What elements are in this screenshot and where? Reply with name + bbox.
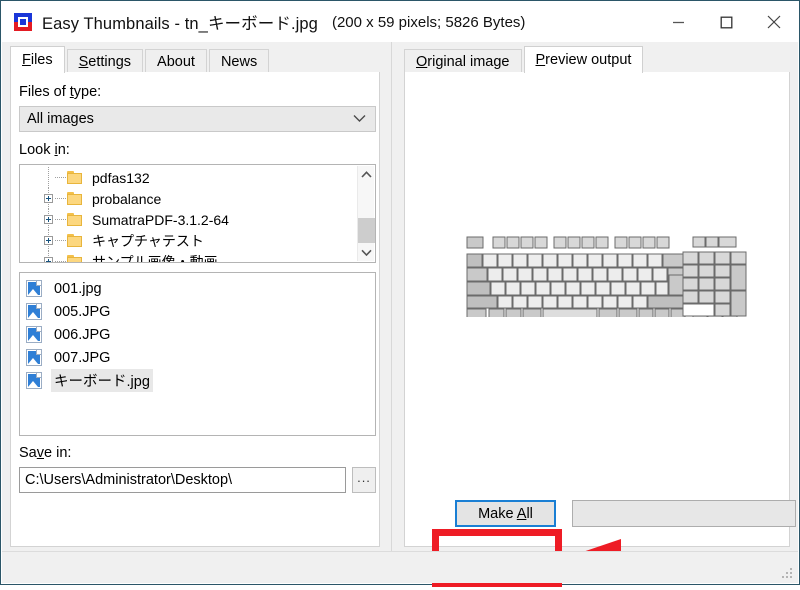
app-icon — [14, 13, 32, 31]
tab-original-image[interactable]: Original image — [404, 49, 522, 73]
tab-news[interactable]: News — [208, 49, 270, 73]
keyboard-thumbnail-image — [465, 233, 748, 321]
expand-icon[interactable] — [44, 194, 53, 203]
list-item-selected[interactable]: キーボード.jpg — [20, 369, 375, 392]
close-button[interactable] — [750, 2, 798, 42]
tree-item[interactable]: probalance — [20, 188, 357, 209]
save-in-input[interactable]: C:\Users\Administrator\Desktop\ — [19, 467, 346, 493]
preview-image-area — [405, 72, 789, 490]
status-bar — [2, 551, 798, 583]
maximize-icon — [720, 16, 732, 28]
image-file-icon — [26, 372, 42, 389]
folder-tree[interactable]: pdfas132 probalance SumatraPDF-3.1.2-64 — [19, 164, 376, 263]
right-tab-strip: Original image Preview output — [404, 46, 645, 73]
image-file-icon — [26, 349, 42, 366]
tree-item[interactable]: SumatraPDF-3.1.2-64 — [20, 209, 357, 230]
application-window: Easy Thumbnails - tn_キーボード.jpg (200 x 59… — [0, 0, 800, 587]
resize-grip-icon[interactable] — [782, 568, 793, 579]
make-all-button[interactable]: Make All — [455, 500, 556, 527]
scroll-up-button[interactable] — [358, 166, 375, 183]
tab-files[interactable]: Files — [10, 46, 65, 73]
chevron-down-icon — [353, 110, 366, 128]
folder-icon — [67, 171, 82, 184]
browse-button[interactable]: ... — [352, 467, 376, 493]
window-controls — [654, 2, 798, 42]
files-of-type-combo[interactable]: All images — [19, 106, 376, 132]
expand-icon[interactable] — [44, 236, 53, 245]
maximize-button[interactable] — [702, 2, 750, 42]
title-bar: Easy Thumbnails - tn_キーボード.jpg (200 x 59… — [2, 2, 798, 42]
list-item[interactable]: 006.JPG — [20, 323, 375, 346]
list-item[interactable]: 007.JPG — [20, 346, 375, 369]
make-all-label: Make All — [478, 505, 533, 522]
panel-splitter[interactable] — [388, 42, 396, 551]
file-meta-text: (200 x 59 pixels; 5826 Bytes) — [331, 13, 526, 31]
files-of-type-value: All images — [27, 111, 94, 127]
file-list[interactable]: 001.jpg 005.JPG 006.JPG 007.JPG キーボード.jp… — [19, 272, 376, 436]
expand-icon[interactable] — [44, 257, 53, 262]
scroll-down-button[interactable] — [358, 244, 375, 261]
folder-tree-rows: pdfas132 probalance SumatraPDF-3.1.2-64 — [20, 167, 357, 263]
save-in-value: C:\Users\Administrator\Desktop\ — [25, 472, 233, 488]
file-name: 005.JPG — [54, 303, 111, 320]
tab-settings[interactable]: Settings — [66, 49, 144, 73]
tab-preview-output[interactable]: Preview output — [523, 46, 644, 73]
tree-item-label: SumatraPDF-3.1.2-64 — [92, 211, 229, 228]
folder-icon — [67, 213, 82, 226]
action-button-row: Make All — [405, 480, 796, 546]
chevron-up-icon — [361, 171, 372, 178]
folder-icon — [67, 234, 82, 247]
minimize-icon — [672, 21, 684, 23]
left-panel: Files Settings About News Files of type:… — [2, 42, 388, 551]
image-file-icon — [26, 326, 42, 343]
expand-icon[interactable] — [44, 215, 53, 224]
minimize-button[interactable] — [654, 2, 702, 42]
list-item[interactable]: 005.JPG — [20, 300, 375, 323]
tree-item-label: キャプチャテスト — [92, 232, 204, 249]
image-file-icon — [26, 303, 42, 320]
tab-about[interactable]: About — [145, 49, 207, 73]
chevron-down-icon — [361, 249, 372, 256]
scrollbar-thumb[interactable] — [358, 218, 375, 243]
secondary-action-button[interactable] — [572, 500, 796, 527]
save-in-label: Save in: — [19, 445, 72, 461]
preview-output-page: Make All — [404, 72, 796, 547]
window-title: Easy Thumbnails - tn_キーボード.jpg — [42, 15, 318, 33]
file-name: キーボード.jpg — [51, 369, 153, 392]
files-of-type-label: Files of type: — [19, 84, 102, 100]
tree-vertical-scrollbar[interactable] — [357, 166, 375, 261]
list-item[interactable]: 001.jpg — [20, 277, 375, 300]
look-in-label: Look in: — [19, 142, 70, 158]
close-icon — [767, 15, 781, 29]
tree-item[interactable]: サンプル画像・動画 — [20, 251, 357, 263]
folder-icon — [67, 255, 82, 262]
tree-item-label: pdfas132 — [92, 169, 150, 186]
tree-item-label: probalance — [92, 190, 162, 207]
files-tab-page: Files of type: All images Look in: pdfas… — [10, 72, 380, 547]
file-name: 001.jpg — [54, 280, 102, 297]
image-file-icon — [26, 280, 42, 297]
right-panel: Original image Preview output Make All — [396, 42, 798, 587]
tree-item[interactable]: pdfas132 — [20, 167, 357, 188]
folder-icon — [67, 192, 82, 205]
tree-item-label: サンプル画像・動画 — [92, 253, 218, 263]
file-name: 006.JPG — [54, 326, 111, 343]
left-tab-strip: Files Settings About News — [10, 46, 271, 73]
file-name: 007.JPG — [54, 349, 111, 366]
tree-item[interactable]: キャプチャテスト — [20, 230, 357, 251]
